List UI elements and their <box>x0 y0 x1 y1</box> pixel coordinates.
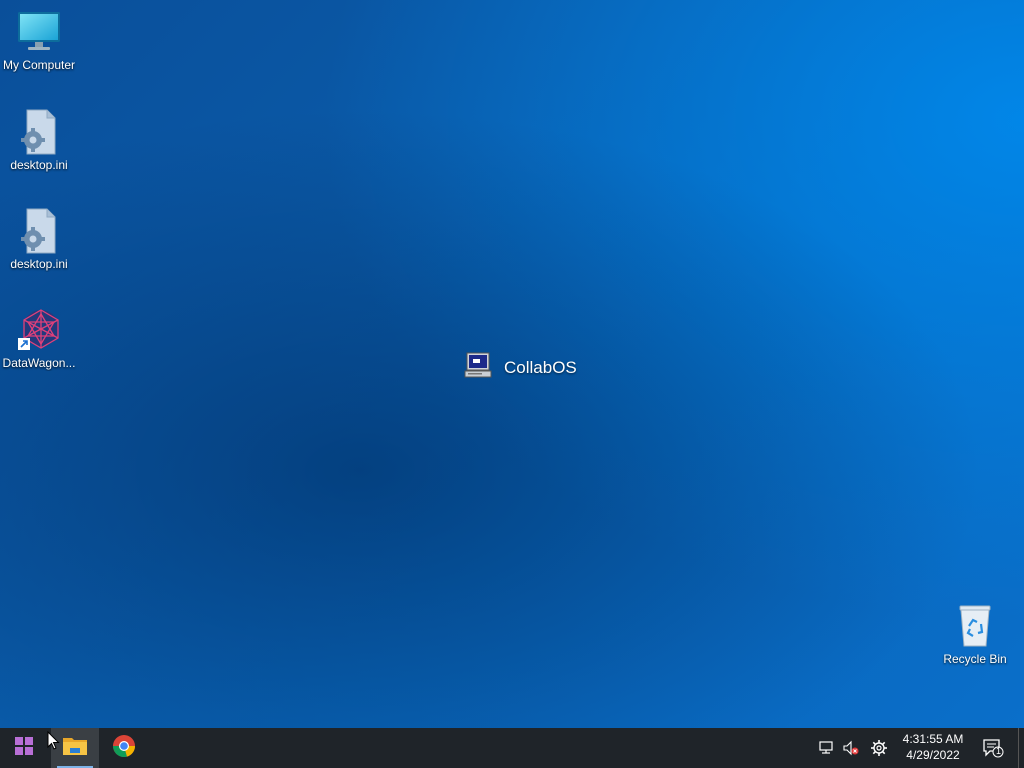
gear-icon[interactable] <box>867 728 891 768</box>
settings-file-icon <box>15 207 63 255</box>
desktop-icon-label: desktop.ini <box>10 158 68 172</box>
settings-file-icon <box>15 108 63 156</box>
desktop-icon-label: DataWagon... <box>2 356 76 370</box>
desktop-background[interactable]: My Computer desktop.ini desktop.ini Data… <box>0 0 1024 728</box>
show-desktop-button[interactable] <box>1018 728 1024 768</box>
desktop-icon-desktop-ini[interactable]: desktop.ini <box>0 207 78 272</box>
system-clock[interactable]: 4:31:55 AM 4/29/2022 <box>895 731 971 763</box>
clock-time: 4:31:55 AM <box>902 732 964 746</box>
datawagon-shortcut-icon <box>15 306 63 354</box>
notification-center-button[interactable]: 1 <box>978 728 1008 768</box>
notification-icon: 1 <box>982 738 1004 758</box>
mouse-cursor-icon <box>47 730 61 751</box>
clock-date: 4/29/2022 <box>906 748 960 762</box>
desktop-icon-my-computer[interactable]: My Computer <box>0 8 78 73</box>
monitor-icon <box>15 8 63 56</box>
desktop-icon-label: My Computer <box>2 58 76 72</box>
chrome-button[interactable] <box>100 728 148 768</box>
chrome-icon <box>112 734 136 763</box>
desktop-icon-label: desktop.ini <box>10 257 68 271</box>
volume-muted-icon[interactable] <box>839 728 863 768</box>
start-button[interactable] <box>0 728 48 768</box>
desktop-icon-datawagon[interactable]: DataWagon... <box>0 306 78 371</box>
collabos-text: CollabOS <box>504 357 577 377</box>
recycle-bin-icon <box>951 602 999 650</box>
computer-terminal-icon <box>464 350 494 385</box>
desktop-icon-desktop-ini[interactable]: desktop.ini <box>0 108 78 173</box>
network-icon[interactable] <box>815 728 839 768</box>
desktop-icon-recycle-bin[interactable]: Recycle Bin <box>936 602 1014 667</box>
windows-logo-icon <box>15 736 33 760</box>
desktop-icon-label: Recycle Bin <box>943 652 1007 666</box>
taskbar: 4:31:55 AM 4/29/2022 1 <box>0 728 1024 768</box>
collabos-label[interactable]: CollabOS <box>464 350 577 385</box>
folder-icon <box>62 735 88 762</box>
notification-count-badge: 1 <box>995 746 1001 756</box>
